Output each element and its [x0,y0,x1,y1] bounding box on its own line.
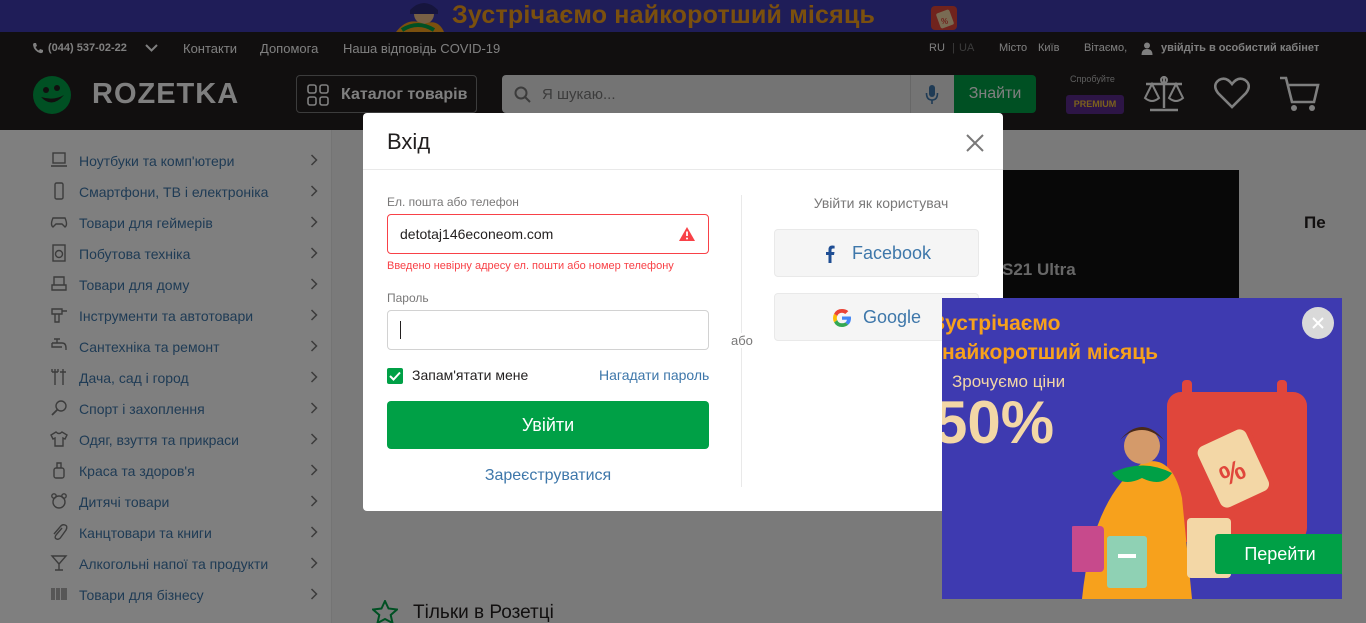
or-label: або [729,333,755,348]
email-error-message: Введено невірну адресу ел. пошти або ном… [387,260,674,272]
google-icon [833,309,851,327]
promo-popup-line1: Зустрічаємо [942,312,1061,335]
modal-title: Вхід [387,129,431,154]
remind-password-link[interactable]: Нагадати пароль [599,367,709,383]
warning-icon [679,227,695,241]
social-login-title: Увійти як користувач [813,195,949,211]
close-icon [1312,317,1324,329]
email-value: detotaj146econeom.com [400,226,554,242]
promo-popup-line2: найкоротший місяць [942,341,1159,364]
facebook-label: Facebook [852,243,932,263]
promo-popup-button[interactable]: Перейти [1215,534,1342,574]
close-icon[interactable] [963,131,987,155]
remember-me-checkbox[interactable] [387,368,403,384]
email-field[interactable]: detotaj146econeom.com [387,214,709,254]
password-label: Пароль [387,291,429,305]
checkmark-icon [389,371,401,381]
google-label: Google [863,307,922,327]
password-field[interactable] [387,310,709,350]
email-label: Ел. пошта або телефон [387,195,519,209]
login-modal: Вхід Ел. пошта або телефон detotaj146eco… [363,113,1003,511]
remember-me-label[interactable]: Запам'ятати мене [412,367,528,383]
text-cursor [400,321,401,339]
promo-popup-close-button[interactable] [1302,307,1334,339]
promo-popup[interactable]: Зустрічаємо найкоротший місяць Зрочуємо … [942,298,1342,599]
register-link[interactable]: Зареєструватися [363,467,733,485]
facebook-icon [826,245,835,263]
login-submit-button[interactable]: Увійти [387,401,709,449]
facebook-login-button[interactable]: Facebook [774,229,979,277]
promo-popup-discount: 50% [942,389,1055,456]
modal-divider [363,169,1003,170]
